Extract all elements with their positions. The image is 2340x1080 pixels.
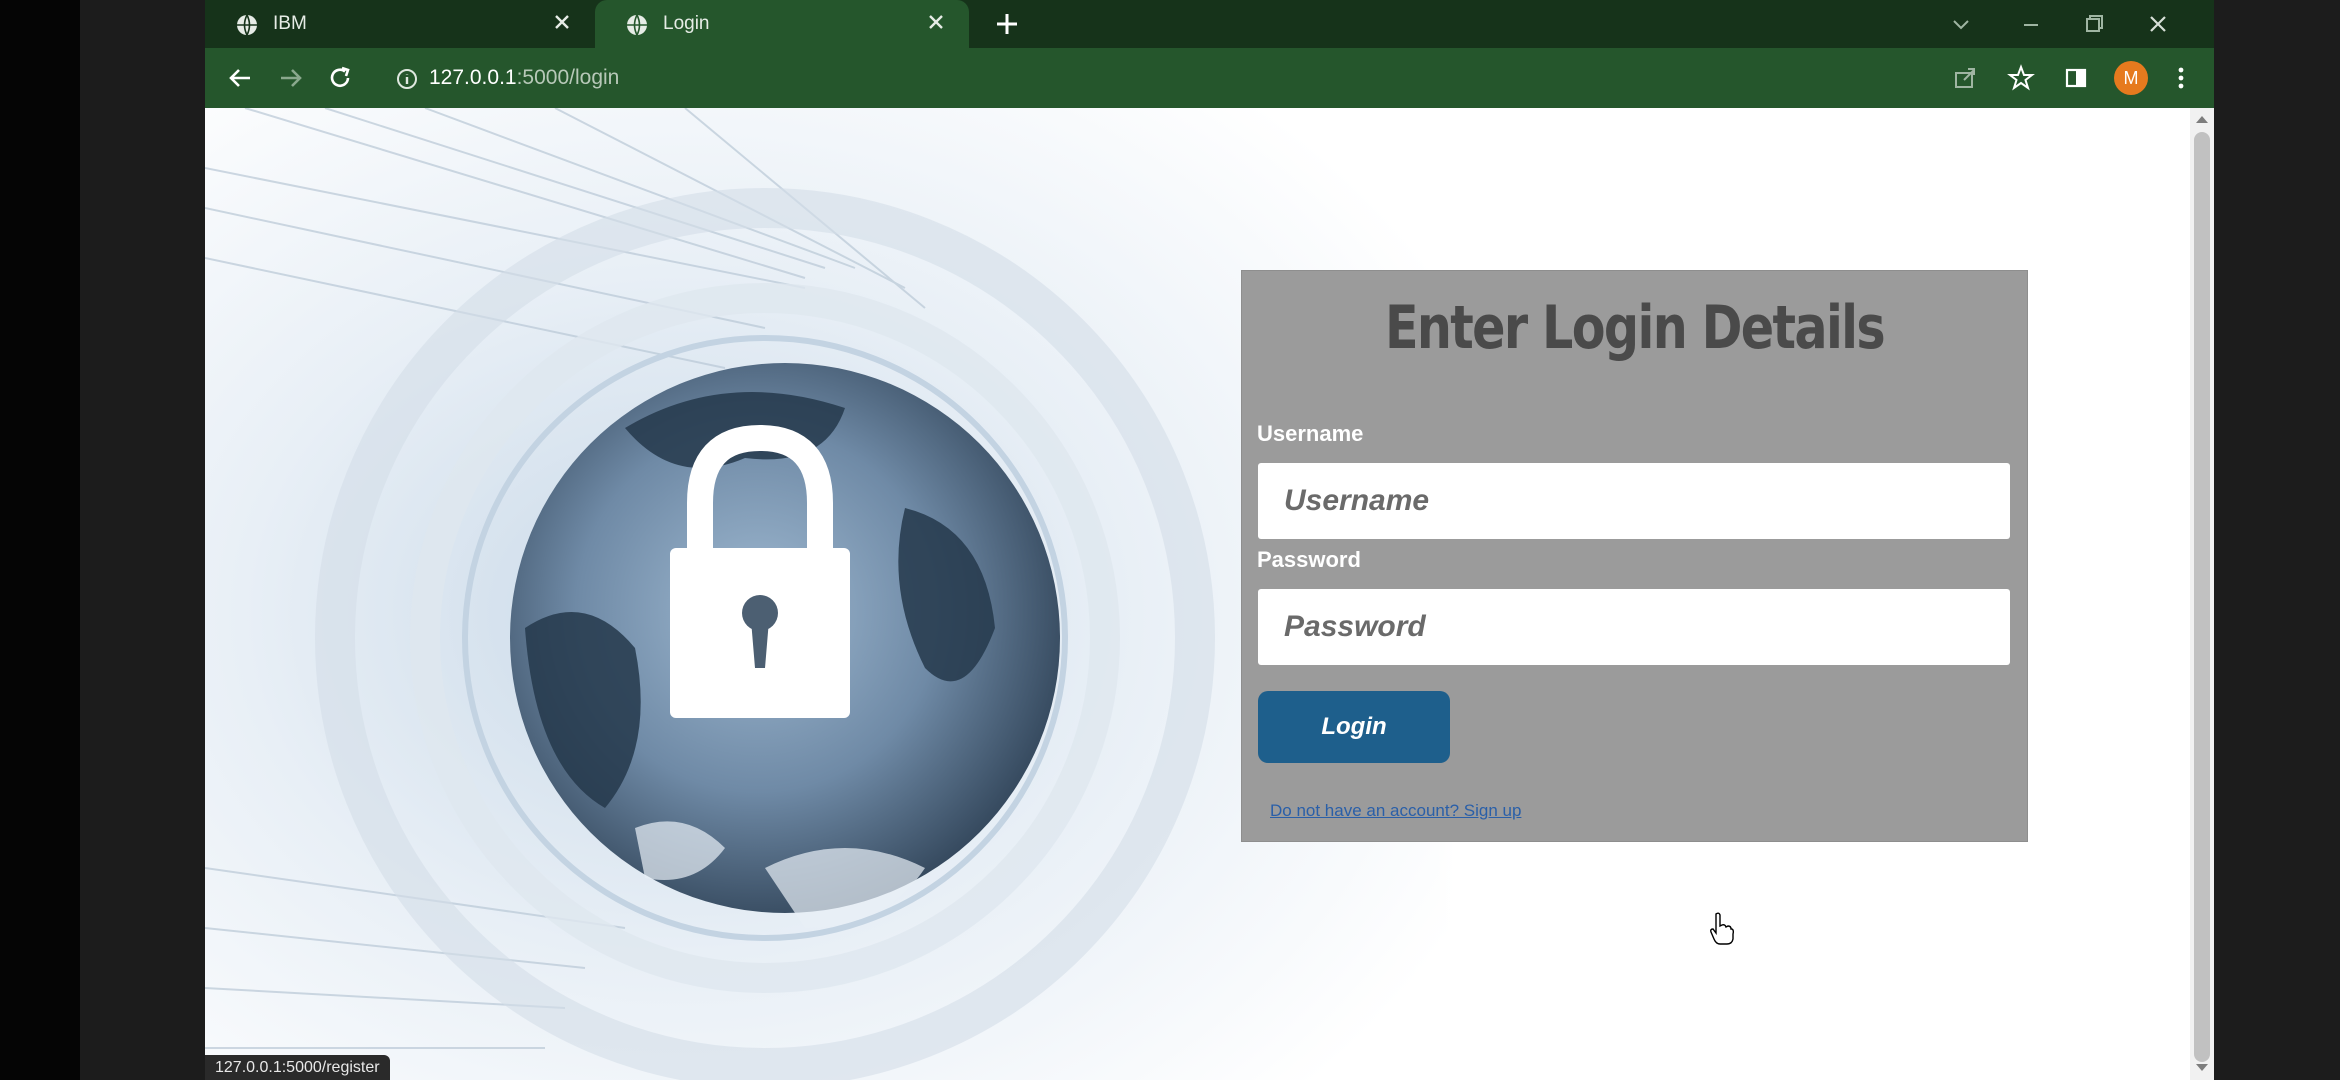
tab-label: Login (663, 13, 710, 34)
globe-icon (237, 14, 257, 36)
username-label: Username (1257, 421, 1364, 446)
tab-login[interactable]: Login (595, 0, 969, 48)
vertical-scrollbar[interactable] (2190, 108, 2214, 1080)
close-icon[interactable] (551, 11, 573, 33)
tab-strip: IBM Login (205, 0, 2214, 48)
share-icon[interactable] (1950, 63, 1980, 93)
left-dark-margin (80, 0, 205, 1080)
tab-label: IBM (273, 13, 307, 34)
new-tab-plus-icon[interactable] (993, 10, 1021, 38)
right-dark-margin (2214, 0, 2340, 1080)
password-label: Password (1257, 547, 1361, 572)
globe-icon (627, 14, 647, 36)
profile-avatar[interactable]: M (2114, 61, 2148, 95)
tab-ibm[interactable]: IBM (205, 0, 595, 48)
signup-link[interactable]: Do not have an account? Sign up (1270, 801, 1521, 821)
kebab-menu-icon[interactable] (2166, 63, 2196, 93)
login-button[interactable]: Login (1258, 691, 1450, 763)
info-icon[interactable] (395, 67, 419, 91)
scroll-up-arrow-icon[interactable] (2196, 116, 2208, 123)
address-bar[interactable]: 127.0.0.1:5000/login (385, 59, 1955, 97)
browser-toolbar: 127.0.0.1:5000/login M (205, 48, 2214, 108)
screen-frame: IBM Login 127.0.0.1:5000/login M Enter L… (0, 0, 2340, 1080)
forward-arrow-icon[interactable] (276, 63, 306, 93)
login-title: Enter Login Details (1384, 293, 1886, 363)
bookmark-star-icon[interactable] (2006, 63, 2036, 93)
close-icon[interactable] (925, 11, 947, 33)
status-url-bubble: 127.0.0.1:5000/register (205, 1055, 390, 1080)
url-path: :5000/login (516, 66, 620, 89)
close-window-icon[interactable] (2142, 8, 2174, 40)
browser-window: IBM Login 127.0.0.1:5000/login M Enter L… (205, 0, 2214, 1080)
url-text: 127.0.0.1:5000/login (429, 66, 619, 90)
scroll-down-arrow-icon[interactable] (2196, 1064, 2208, 1071)
back-arrow-icon[interactable] (225, 63, 255, 93)
hand-cursor-icon (1710, 912, 1734, 945)
scrollbar-thumb[interactable] (2194, 132, 2210, 1062)
side-panel-icon[interactable] (2061, 63, 2091, 93)
minimize-icon[interactable] (2015, 8, 2047, 40)
password-input[interactable] (1258, 589, 2010, 665)
restore-icon[interactable] (2078, 8, 2110, 40)
reload-icon[interactable] (325, 63, 355, 93)
left-black-bar (0, 0, 80, 1080)
url-host: 127.0.0.1 (429, 66, 517, 89)
username-input[interactable] (1258, 463, 2010, 539)
login-panel: Enter Login Details Username Password Lo… (1242, 271, 2027, 841)
tab-search-chevron-icon[interactable] (1945, 8, 1977, 40)
page-content: Enter Login Details Username Password Lo… (205, 108, 2214, 1080)
